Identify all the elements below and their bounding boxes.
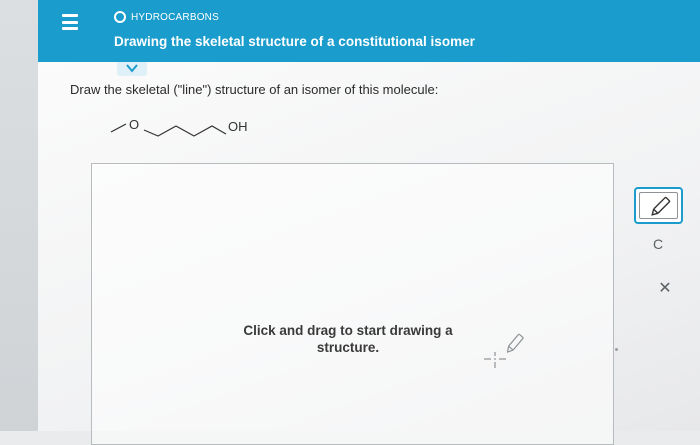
chevron-down-icon <box>126 64 138 73</box>
left-strip <box>0 0 38 431</box>
topic-label: HYDROCARBONS <box>131 11 219 23</box>
close-icon: ✕ <box>658 280 672 297</box>
canvas-hint: Click and drag to start drawing a struct… <box>243 323 453 355</box>
question-prompt: Draw the skeletal ("line") structure of … <box>70 82 439 97</box>
pencil-icon <box>651 196 671 216</box>
topic-breadcrumb: HYDROCARBONS <box>114 11 219 23</box>
topic-progress-icon <box>114 11 126 23</box>
clear-button[interactable]: ✕ <box>656 280 674 298</box>
pencil-tool-button[interactable] <box>634 187 683 224</box>
draw-cursor-icon <box>484 333 524 368</box>
undo-button[interactable]: C <box>648 234 668 254</box>
collapse-toggle[interactable] <box>117 62 147 76</box>
menu-icon[interactable] <box>62 14 78 30</box>
molecule-chain <box>143 125 227 137</box>
drawing-canvas[interactable] <box>91 163 614 445</box>
page-title: Drawing the skeletal structure of a cons… <box>114 34 475 49</box>
molecule-bond <box>110 123 127 133</box>
header-bar <box>38 0 700 62</box>
molecule-structure: O OH <box>110 117 248 137</box>
hydroxyl-label: OH <box>228 119 248 134</box>
undo-icon: C <box>652 236 664 252</box>
scroll-dot <box>615 348 618 351</box>
oxygen-atom-label: O <box>129 117 139 132</box>
